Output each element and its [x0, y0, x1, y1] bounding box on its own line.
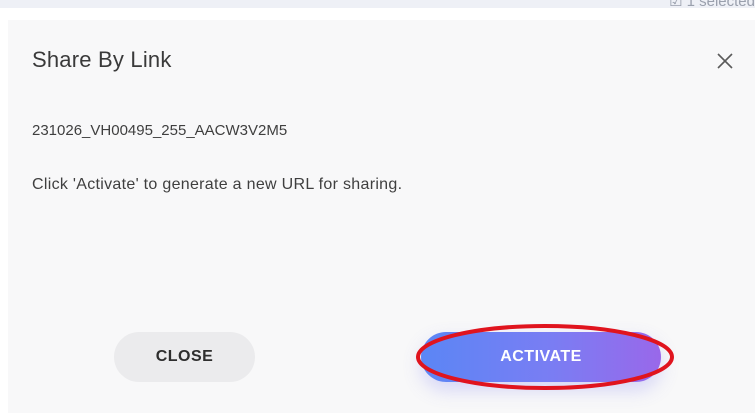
- dialog-title: Share By Link: [32, 47, 172, 72]
- activate-button[interactable]: ACTIVATE: [421, 332, 661, 382]
- dialog-message: Click 'Activate' to generate a new URL f…: [32, 176, 403, 193]
- close-icon[interactable]: [714, 50, 736, 72]
- page-backdrop: ☑ 1 selected Share By Link 231026_VH0049…: [0, 0, 755, 413]
- share-by-link-dialog: Share By Link 231026_VH00495_255_AACW3V2…: [8, 20, 755, 413]
- selection-count-text: ☑ 1 selected: [669, 0, 755, 10]
- background-toolbar: ☑ 1 selected: [0, 0, 755, 10]
- file-name: 231026_VH00495_255_AACW3V2M5: [32, 122, 288, 139]
- close-button[interactable]: CLOSE: [114, 332, 255, 382]
